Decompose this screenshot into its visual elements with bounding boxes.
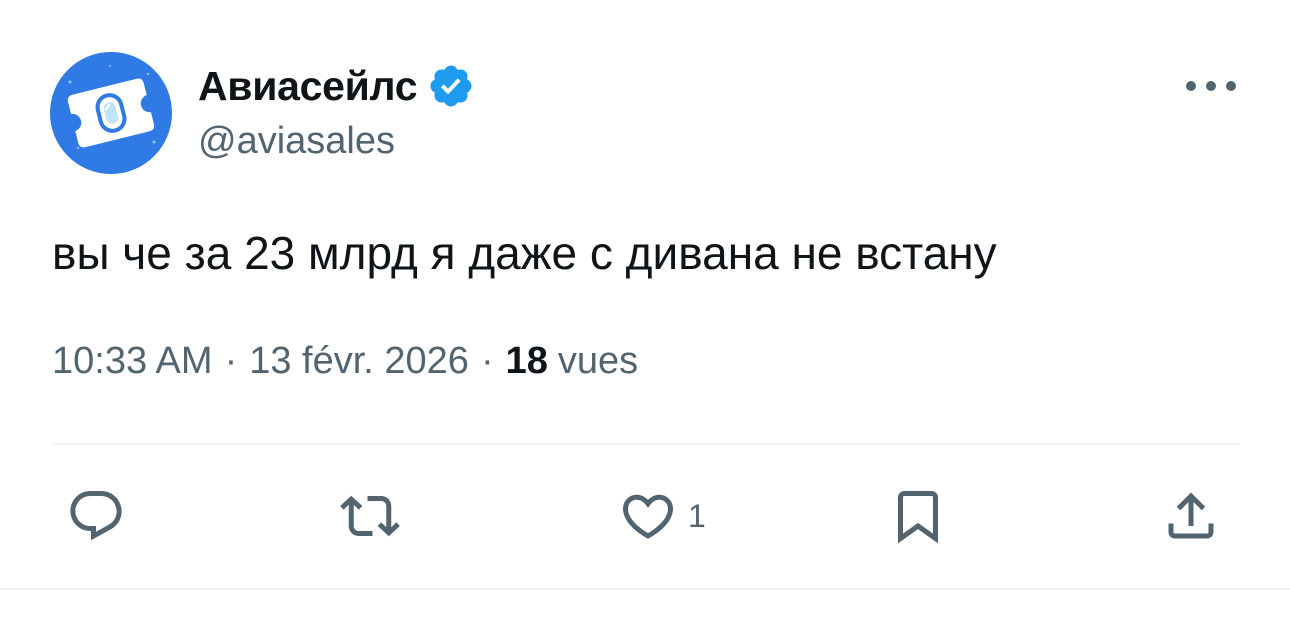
reply-button[interactable]	[66, 486, 126, 546]
bookmark-icon	[898, 491, 938, 544]
avatar[interactable]	[50, 52, 172, 174]
tweet-time[interactable]: 10:33 AM	[52, 340, 213, 383]
like-button[interactable]: 1	[618, 486, 706, 546]
aviasales-logo-icon	[67, 65, 156, 150]
reply-icon	[70, 491, 122, 541]
meta-separator: ·	[224, 340, 238, 382]
bookmark-button[interactable]	[888, 486, 948, 546]
retweet-button[interactable]	[338, 486, 402, 546]
bottom-divider	[0, 588, 1290, 590]
more-icon	[1186, 81, 1236, 91]
verified-badge-icon[interactable]	[427, 62, 475, 110]
author-handle[interactable]: @aviasales	[198, 120, 395, 163]
divider	[52, 443, 1239, 445]
display-name[interactable]: Авиасейлс	[198, 63, 418, 110]
heart-icon	[622, 494, 674, 539]
like-count: 1	[688, 497, 706, 534]
author-name-row[interactable]: Авиасейлс	[198, 58, 475, 114]
retweet-icon	[340, 495, 400, 537]
more-menu-button[interactable]	[1183, 70, 1239, 102]
views-count[interactable]: 18	[506, 340, 548, 383]
tweet-text: вы че за 23 млрд я даже с дивана не вста…	[52, 227, 997, 279]
tweet-meta: 10:33 AM · 13 févr. 2026 · 18 vues	[52, 340, 638, 383]
views-label: vues	[557, 340, 639, 382]
share-icon	[1168, 492, 1214, 539]
share-button[interactable]	[1160, 486, 1222, 546]
tweet-date[interactable]: 13 févr. 2026	[249, 340, 469, 383]
meta-separator: ·	[480, 340, 494, 382]
